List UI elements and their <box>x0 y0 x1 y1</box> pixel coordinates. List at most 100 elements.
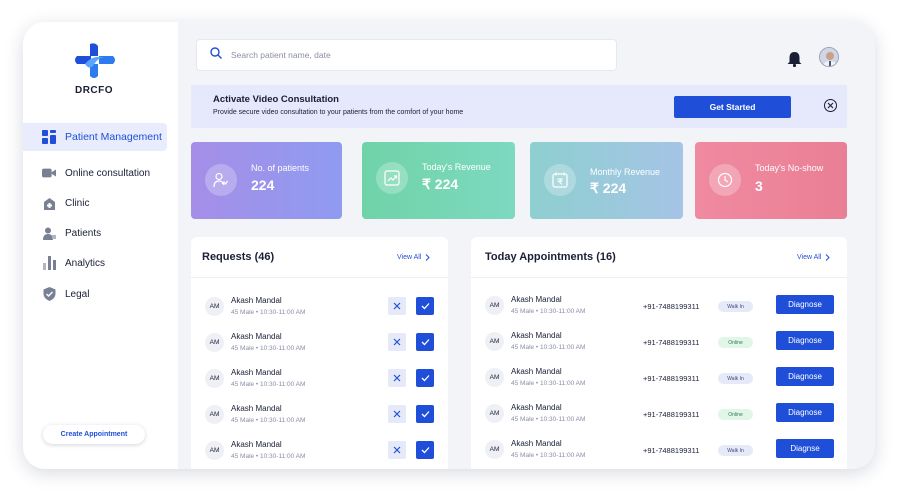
drcfo-logo <box>73 42 117 82</box>
close-icon <box>393 410 401 418</box>
stat-card-today-revenue[interactable]: Today's Revenue ₹ 224 <box>362 142 515 219</box>
divider <box>471 277 847 278</box>
video-icon <box>42 166 56 180</box>
stat-card-patients[interactable]: No. of patients 224 <box>191 142 342 219</box>
accept-button[interactable] <box>416 441 434 459</box>
check-icon <box>421 375 429 382</box>
check-icon <box>421 447 429 454</box>
banner-title: Activate Video Consultation <box>213 94 339 105</box>
clock-icon <box>709 164 741 196</box>
divider <box>191 277 448 278</box>
patient-name: Akash Mandal <box>511 367 562 376</box>
chevron-right-icon <box>826 254 831 261</box>
patient-name: Akash Mandal <box>231 368 282 377</box>
patient-meta: 45 Male • 10:30-11:00 AM <box>231 309 306 316</box>
close-icon <box>393 338 401 346</box>
diagnose-button[interactable]: Diagnose <box>776 295 834 314</box>
sidebar-item-online-consultation[interactable]: Online consultation <box>23 159 167 187</box>
requests-view-all-link[interactable]: View All <box>397 254 431 261</box>
grid-icon <box>42 130 56 144</box>
patient-phone: +91-7488199311 <box>643 374 700 383</box>
patient-initials: AM <box>205 333 224 352</box>
search-input[interactable] <box>231 50 531 60</box>
avatar[interactable] <box>819 47 839 67</box>
sidebar-item-patient-management[interactable]: Patient Management <box>23 123 167 151</box>
accept-button[interactable] <box>416 405 434 423</box>
diagnose-button[interactable]: Diagnose <box>776 403 834 422</box>
request-row: AM Akash Mandal 45 Male • 10:30-11:00 AM <box>191 398 448 428</box>
request-row: AM Akash Mandal 45 Male • 10:30-11:00 AM <box>191 290 448 320</box>
reject-button[interactable] <box>388 333 406 351</box>
request-row: AM Akash Mandal 45 Male • 10:30-11:00 AM <box>191 434 448 464</box>
patient-meta: 45 Male • 10:30-11:00 AM <box>231 345 306 352</box>
patient-initials: AM <box>485 440 504 459</box>
patient-initials: AM <box>205 297 224 316</box>
view-all-label: View All <box>397 254 422 261</box>
stat-card-no-show[interactable]: Today's No-show 3 <box>695 142 847 219</box>
banner-subtitle: Provide secure video consultation to you… <box>213 109 464 116</box>
search-icon <box>210 46 222 64</box>
patient-initials: AM <box>485 332 504 351</box>
patient-meta: 45 Male • 10:30-11:00 AM <box>511 380 586 387</box>
get-started-button[interactable]: Get Started <box>674 96 791 118</box>
check-icon <box>421 411 429 418</box>
status-badge: Online <box>718 409 753 420</box>
stat-label: Today's No-show <box>755 163 824 173</box>
patient-meta: 45 Male • 10:30-11:00 AM <box>511 308 586 315</box>
patient-name: Akash Mandal <box>231 332 282 341</box>
sidebar-item-clinic[interactable]: Clinic <box>23 189 167 217</box>
bell-icon[interactable] <box>787 51 802 72</box>
status-badge: Walk In <box>718 373 753 384</box>
patient-meta: 45 Male • 10:30-11:00 AM <box>231 381 306 388</box>
search-bar[interactable] <box>196 39 617 71</box>
patient-phone: +91-7488199311 <box>643 302 700 311</box>
patient-name: Akash Mandal <box>511 439 562 448</box>
reject-button[interactable] <box>388 441 406 459</box>
patient-meta: 45 Male • 10:30-11:00 AM <box>511 452 586 459</box>
accept-button[interactable] <box>416 333 434 351</box>
sidebar-item-analytics[interactable]: Analytics <box>23 249 167 277</box>
appointments-view-all-link[interactable]: View All <box>797 254 831 261</box>
close-icon[interactable] <box>824 99 837 112</box>
patient-name: Akash Mandal <box>231 404 282 413</box>
patient-meta: 45 Male • 10:30-11:00 AM <box>511 344 586 351</box>
patient-initials: AM <box>485 404 504 423</box>
close-icon <box>393 446 401 454</box>
stat-value: ₹ 224 <box>590 180 627 196</box>
stat-label: No. of patients <box>251 163 310 173</box>
patient-meta: 45 Male • 10:30-11:00 AM <box>231 417 306 424</box>
check-icon <box>421 303 429 310</box>
reject-button[interactable] <box>388 405 406 423</box>
diagnose-button[interactable]: Diagnose <box>776 331 834 350</box>
diagnose-button[interactable]: Diagnose <box>776 367 834 386</box>
requests-panel: Requests (46) View All AM Akash Mandal 4… <box>191 237 448 469</box>
appointment-row: AM Akash Mandal 45 Male • 10:30-11:00 AM… <box>471 361 847 391</box>
brand-name: DRCFO <box>74 85 114 96</box>
sidebar-item-patients[interactable]: Patients <box>23 219 167 247</box>
stat-label: Today's Revenue <box>422 162 491 172</box>
sidebar-item-label: Patient Management <box>65 131 162 143</box>
patient-name: Akash Mandal <box>511 295 562 304</box>
patient-phone: +91-7488199311 <box>643 446 700 455</box>
diagnose-button[interactable]: Diagnse <box>776 439 834 458</box>
status-badge: Online <box>718 337 753 348</box>
requests-title: Requests (46) <box>202 251 275 263</box>
accept-button[interactable] <box>416 297 434 315</box>
create-appointment-button[interactable]: Create Appointment <box>43 425 145 444</box>
reject-button[interactable] <box>388 297 406 315</box>
sidebar-item-legal[interactable]: Legal <box>23 280 167 308</box>
appointment-row: AM Akash Mandal 45 Male • 10:30-11:00 AM… <box>471 289 847 319</box>
stat-value: 224 <box>251 177 275 193</box>
stat-card-monthly-revenue[interactable]: Monthly Revenue ₹ 224 <box>530 142 683 219</box>
patient-count-icon <box>205 164 237 196</box>
chevron-right-icon <box>426 254 431 261</box>
status-badge: Walk In <box>718 445 753 456</box>
accept-button[interactable] <box>416 369 434 387</box>
reject-button[interactable] <box>388 369 406 387</box>
app-window: DRCFO Patient Management Online consulta… <box>23 22 875 469</box>
status-badge: Walk In <box>718 301 753 312</box>
appointments-title: Today Appointments (16) <box>485 251 616 263</box>
appointments-panel: Today Appointments (16) View All AM Akas… <box>471 237 847 469</box>
sidebar-item-label: Online consultation <box>65 167 151 179</box>
patient-name: Akash Mandal <box>511 403 562 412</box>
